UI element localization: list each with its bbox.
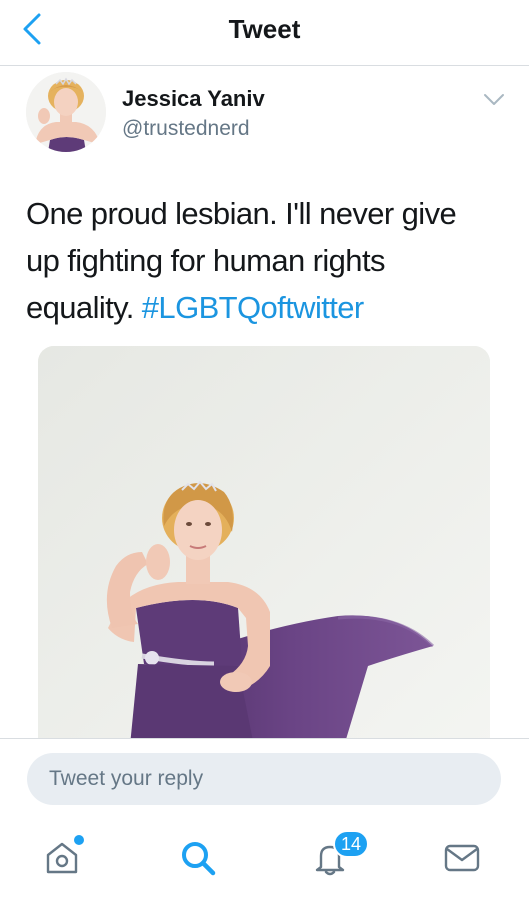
author-handle[interactable]: @trustednerd	[122, 117, 250, 141]
avatar[interactable]	[26, 72, 106, 152]
tweet-photo-image	[38, 346, 490, 766]
tweet-author: Jessica Yaniv @trustednerd	[26, 72, 516, 154]
author-name[interactable]: Jessica Yaniv	[122, 86, 265, 112]
tweet-menu-button[interactable]	[482, 90, 506, 110]
reply-input[interactable]	[27, 753, 501, 805]
chevron-down-icon	[484, 94, 504, 105]
avatar-image	[26, 72, 106, 152]
header-bar: Tweet	[0, 0, 529, 66]
page-title: Tweet	[228, 14, 301, 44]
tab-messages[interactable]	[440, 836, 484, 880]
tweet-detail-screen: Tweet Jessica Yaniv @trustednerd One pro…	[0, 0, 529, 900]
tab-bar: 14	[0, 820, 529, 900]
home-icon	[46, 842, 78, 874]
search-icon	[182, 842, 216, 876]
notifications-badge: 14	[333, 830, 370, 858]
hashtag-link[interactable]: #LGBTQoftwitter	[142, 290, 364, 325]
tab-search[interactable]	[176, 836, 220, 880]
home-notification-dot	[74, 835, 84, 845]
tweet-photo[interactable]	[38, 346, 490, 766]
tweet-text: One proud lesbian. I'll never give up fi…	[26, 190, 496, 331]
envelope-icon	[444, 844, 480, 872]
